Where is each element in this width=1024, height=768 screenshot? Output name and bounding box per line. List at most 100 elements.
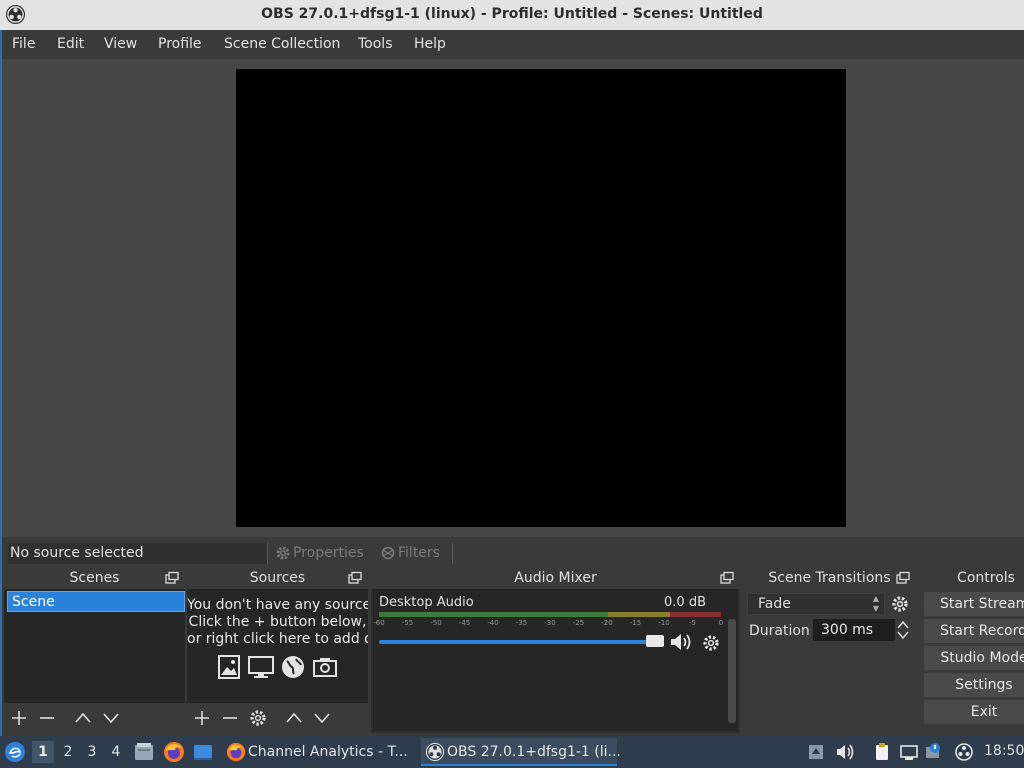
undock-icon[interactable] xyxy=(896,571,910,585)
move-scene-up-button[interactable] xyxy=(74,709,92,727)
hint-line: or right click here to add one. xyxy=(187,631,368,647)
display-capture-icon xyxy=(248,656,274,678)
scenes-list[interactable]: Scene xyxy=(4,589,185,703)
meter-tick-label: -55 xyxy=(401,619,414,627)
select-arrows-icon: ▲ ▼ xyxy=(872,594,880,613)
clipboard-icon[interactable] xyxy=(872,742,892,762)
preview-canvas[interactable] xyxy=(236,69,846,527)
menu-help[interactable]: Help xyxy=(414,36,446,52)
network-icon[interactable] xyxy=(899,742,919,762)
workspace-2[interactable]: 2 xyxy=(57,741,79,763)
hint-line: Click the + button below, xyxy=(188,614,367,630)
scenes-toolbar xyxy=(4,703,185,733)
chevron-down-icon xyxy=(103,713,119,724)
studio-mode-button[interactable]: Studio Mode xyxy=(924,646,1024,670)
start-menu-icon[interactable] xyxy=(4,741,26,763)
start-streaming-button[interactable]: Start Streaming xyxy=(924,592,1024,616)
plus-icon xyxy=(12,711,26,725)
workspace-4[interactable]: 4 xyxy=(105,741,127,763)
workspace-3[interactable]: 3 xyxy=(81,741,103,763)
firefox-icon xyxy=(226,742,246,762)
mixer-channel-list: Desktop Audio 0.0 dB -60 -55 -50 -45 -40 -35-… xyxy=(373,589,738,731)
image-source-icon xyxy=(218,655,240,679)
controls-body: Start Streaming Start Recording Studio M… xyxy=(920,589,1024,733)
move-source-down-button[interactable] xyxy=(313,709,331,727)
remove-scene-button[interactable] xyxy=(38,709,56,727)
sources-dock: Sources You don't have any sources. Clic… xyxy=(187,567,368,733)
taskbar-window-browser[interactable]: Channel Analytics - T... xyxy=(222,738,412,766)
volume-icon[interactable] xyxy=(835,742,855,762)
scene-list-item[interactable]: Scene xyxy=(7,591,185,612)
transition-select[interactable]: Fade ▲ ▼ xyxy=(747,593,885,615)
window-title: OBS 27.0.1+dfsg1-1 (linux) - Profile: Un… xyxy=(261,6,763,22)
volume-slider-track[interactable] xyxy=(379,640,649,644)
volume-meter xyxy=(379,612,721,617)
taskbar-window-title: Channel Analytics - T... xyxy=(248,744,408,760)
workspace-1[interactable]: 1 xyxy=(32,741,54,763)
spin-arrows-icon[interactable] xyxy=(895,619,911,641)
gear-icon[interactable] xyxy=(891,595,909,613)
start-recording-button[interactable]: Start Recording xyxy=(924,619,1024,643)
desktop-icon[interactable] xyxy=(192,741,214,763)
meter-tick-label: -15 xyxy=(629,619,642,627)
undock-icon[interactable] xyxy=(348,571,362,585)
chevron-up-icon xyxy=(286,712,302,723)
hint-line: You don't have any sources. xyxy=(187,597,368,613)
meter-tick-label: -25 xyxy=(572,619,585,627)
meter-tick-label: 0 xyxy=(718,619,724,627)
speaker-icon[interactable] xyxy=(669,632,693,652)
notification-icon[interactable] xyxy=(924,742,944,762)
exit-button[interactable]: Exit xyxy=(924,700,1024,724)
meter-tick-label: -45 xyxy=(458,619,471,627)
meter-yellow-zone xyxy=(608,612,670,617)
remove-source-button[interactable] xyxy=(221,709,239,727)
undock-icon[interactable] xyxy=(165,571,179,585)
gear-icon xyxy=(276,546,290,560)
gear-icon[interactable] xyxy=(702,634,720,652)
add-source-button[interactable] xyxy=(193,709,211,727)
obs-logo-icon xyxy=(425,742,445,762)
transitions-body: Fade ▲ ▼ Duration 300 ms xyxy=(743,589,916,733)
camera-source-icon xyxy=(313,658,337,677)
title-bar: OBS 27.0.1+dfsg1-1 (linux) - Profile: Un… xyxy=(0,0,1024,30)
taskbar-window-obs[interactable]: OBS 27.0.1+dfsg1-1 (li... xyxy=(421,738,621,766)
properties-button[interactable]: Properties xyxy=(275,542,364,564)
browser-source-icon xyxy=(282,656,304,678)
source-properties-button[interactable] xyxy=(249,709,267,727)
menu-tools[interactable]: Tools xyxy=(358,36,393,52)
meter-red-zone xyxy=(670,612,721,617)
move-source-up-button[interactable] xyxy=(285,709,303,727)
sources-list[interactable]: You don't have any sources. Click the + … xyxy=(187,589,368,703)
meter-tick-label: -60 xyxy=(373,619,385,627)
meter-tick-label: -50 xyxy=(430,619,442,627)
menu-view[interactable]: View xyxy=(104,36,137,52)
move-scene-down-button[interactable] xyxy=(102,709,120,727)
obs-tray-icon[interactable] xyxy=(954,742,974,762)
scene-transitions-dock-title: Scene Transitions xyxy=(743,567,916,589)
meter-tick-label: -40 xyxy=(487,619,499,627)
mixer-scrollbar[interactable] xyxy=(728,619,736,723)
filter-icon xyxy=(381,546,395,560)
filters-button[interactable]: Filters xyxy=(380,542,440,564)
meter-tick-label: -5 xyxy=(689,619,696,627)
minus-icon xyxy=(40,717,54,719)
duration-input[interactable]: 300 ms xyxy=(813,619,895,641)
volume-slider-handle[interactable] xyxy=(646,635,664,647)
tray-arrow-icon[interactable] xyxy=(806,742,826,762)
source-type-icons xyxy=(215,653,339,681)
taskbar-window-title: OBS 27.0.1+dfsg1-1 (li... xyxy=(447,744,621,760)
meter-tick-label: -35 xyxy=(515,619,528,627)
chevron-down-icon xyxy=(314,713,330,724)
add-scene-button[interactable] xyxy=(10,709,28,727)
menu-profile[interactable]: Profile xyxy=(158,36,202,52)
chevron-up-icon xyxy=(75,712,91,723)
menu-scene-collection[interactable]: Scene Collection xyxy=(224,36,340,52)
menu-edit[interactable]: Edit xyxy=(57,36,84,52)
settings-button[interactable]: Settings xyxy=(924,673,1024,697)
sources-toolbar xyxy=(187,703,368,733)
undock-icon[interactable] xyxy=(720,571,734,585)
file-manager-icon[interactable] xyxy=(133,741,155,763)
selected-source-label: No source selected xyxy=(8,543,268,564)
firefox-icon[interactable] xyxy=(163,741,185,763)
menu-file[interactable]: File xyxy=(12,36,35,52)
